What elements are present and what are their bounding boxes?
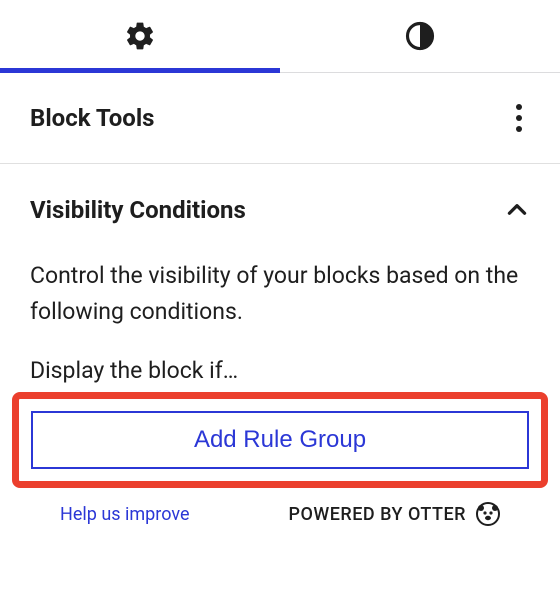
visibility-title: Visibility Conditions xyxy=(30,196,246,224)
panel-footer: Help us improve POWERED BY OTTER xyxy=(30,494,530,526)
visibility-panel-body: Control the visibility of your blocks ba… xyxy=(0,258,560,546)
help-us-improve-link[interactable]: Help us improve xyxy=(60,504,190,525)
add-rule-group-button[interactable]: Add Rule Group xyxy=(31,411,529,469)
inspector-tabs xyxy=(0,0,560,73)
tab-settings[interactable] xyxy=(0,0,280,72)
gear-icon xyxy=(124,20,156,52)
block-tools-title: Block Tools xyxy=(30,104,155,132)
add-rule-group-label: Add Rule Group xyxy=(194,426,366,454)
visibility-conditions-panel: Visibility Conditions Control the visibi… xyxy=(0,164,560,546)
more-options-button[interactable] xyxy=(508,96,530,140)
powered-label: POWERED BY OTTER xyxy=(288,504,466,525)
visibility-description: Control the visibility of your blocks ba… xyxy=(30,258,530,329)
block-tools-section: Block Tools xyxy=(0,73,560,164)
otter-logo-icon xyxy=(476,502,500,526)
block-tools-header: Block Tools xyxy=(30,73,530,163)
powered-by-otter: POWERED BY OTTER xyxy=(288,502,500,526)
tab-styles[interactable] xyxy=(280,0,560,72)
chevron-up-icon xyxy=(504,197,530,223)
contrast-icon xyxy=(405,21,435,51)
visibility-prompt: Display the block if… xyxy=(30,357,530,384)
visibility-panel-toggle[interactable]: Visibility Conditions xyxy=(0,164,560,256)
highlight-annotation: Add Rule Group xyxy=(12,392,548,488)
